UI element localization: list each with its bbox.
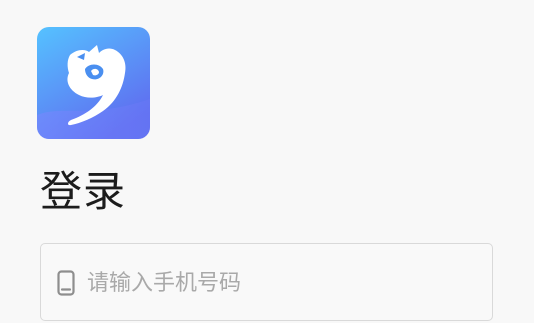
mobile-phone-icon [57, 270, 75, 296]
page-title: 登录 [40, 167, 127, 216]
app-logo-icon [37, 27, 150, 139]
phone-field[interactable] [40, 243, 493, 321]
phone-input[interactable] [87, 266, 477, 300]
